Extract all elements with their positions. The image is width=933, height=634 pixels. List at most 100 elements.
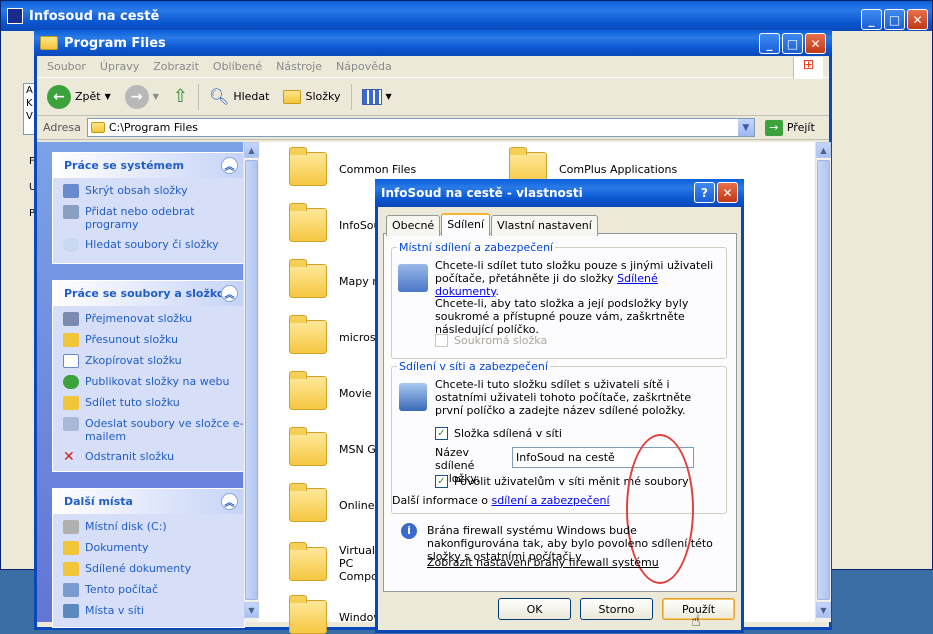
go-arrow-icon: → (764, 119, 783, 136)
file-item[interactable]: Virtual PC Compone (289, 541, 392, 583)
sharing-tab-panel: Místní sdílení a zabezpečení Chcete-li s… (383, 233, 737, 592)
folder-icon (289, 371, 327, 410)
scroll-up-icon[interactable]: ▲ (816, 142, 831, 158)
chevron-down-icon: ▼ (385, 92, 392, 101)
place-my-computer[interactable]: Tento počítač (63, 583, 244, 597)
folder-icon (63, 541, 79, 555)
panel-header[interactable]: Práce se soubory a složkou ︽ (53, 281, 244, 306)
folder-icon (289, 203, 327, 242)
close-button[interactable]: ✕ (805, 33, 826, 54)
task-move-folder[interactable]: Přesunout složku (63, 333, 244, 347)
maximize-button[interactable]: □ (782, 33, 803, 54)
cancel-button[interactable]: Storno (580, 598, 653, 620)
forward-arrow-icon: → (124, 84, 149, 109)
minimize-button[interactable]: _ (759, 33, 780, 54)
place-network[interactable]: Místa v síti (63, 604, 244, 618)
scroll-thumb[interactable] (817, 160, 830, 600)
file-item[interactable]: Windows (289, 595, 388, 634)
folder-icon (289, 315, 327, 354)
back-button[interactable]: ← Zpět ▼ (43, 83, 115, 111)
folder-icon (289, 595, 327, 634)
file-label: Common Files (339, 162, 417, 176)
file-list-scrollbar[interactable]: ▲ ▼ (815, 142, 831, 622)
place-label: Dokumenty (85, 541, 149, 554)
collapse-icon[interactable]: ︽ (221, 285, 238, 302)
search-button[interactable]: 🔍︎ Hledat (205, 85, 273, 108)
email-icon (63, 417, 79, 431)
local-text: Chcete-li sdílet tuto složku pouze s jin… (435, 259, 714, 298)
place-local-disk[interactable]: Místní disk (C:) (63, 520, 244, 534)
views-button[interactable]: ▼ (358, 87, 396, 107)
help-button[interactable]: ? (694, 182, 715, 203)
maximize-button[interactable]: □ (884, 9, 905, 30)
task-copy-folder[interactable]: Zkopírovat složku (63, 354, 244, 368)
private-checkbox-row[interactable]: Soukromá složka (435, 334, 547, 347)
group-label: Místní sdílení a zabezpečení (397, 241, 556, 254)
task-search-files[interactable]: Hledat soubory či složky (63, 238, 244, 252)
place-label: Místa v síti (85, 604, 144, 617)
file-item[interactable]: InfoSoud (289, 203, 388, 242)
task-pane-scrollbar[interactable]: ▲ ▼ (243, 142, 259, 622)
task-publish-web[interactable]: Publikovat složky na webu (63, 375, 244, 389)
task-share-folder[interactable]: Sdílet tuto složku (63, 396, 244, 410)
panel-header[interactable]: Práce se systémem ︽ (53, 153, 244, 178)
menu-edit[interactable]: Úpravy (100, 60, 139, 73)
network-text: Chcete-li tuto složku sdílet s uživateli… (435, 378, 692, 417)
scroll-down-icon[interactable]: ▼ (244, 602, 259, 618)
scroll-thumb[interactable] (245, 160, 258, 600)
task-label: Skrýt obsah složky (85, 184, 188, 197)
scroll-down-icon[interactable]: ▼ (816, 602, 831, 618)
menu-help[interactable]: Nápověda (336, 60, 392, 73)
firewall-settings-link[interactable]: Zobrazit nastavení brány firewall systém… (427, 556, 659, 569)
scroll-up-icon[interactable]: ▲ (244, 142, 259, 158)
private-checkbox[interactable] (435, 334, 448, 347)
windows-logo-icon: ⊞ (793, 57, 823, 79)
back-window-titlebar[interactable]: Infosoud na cestě (1, 1, 932, 31)
task-pane: Práce se systémem ︽ Skrýt obsah složky Př… (37, 142, 259, 628)
folders-icon (283, 89, 302, 104)
dialog-titlebar[interactable]: InfoSoud na cestě - vlastnosti (375, 179, 744, 207)
up-button[interactable]: ⇧ (169, 84, 192, 109)
info-icon: i (401, 523, 417, 539)
collapse-icon[interactable]: ︽ (221, 493, 238, 510)
share-checkbox[interactable]: ✓ (435, 427, 448, 440)
menu-tools[interactable]: Nástroje (276, 60, 322, 73)
forward-button[interactable]: → ▼ (121, 83, 163, 111)
tab-general[interactable]: Obecné (386, 215, 441, 236)
place-documents[interactable]: Dokumenty (63, 541, 244, 555)
task-delete-folder[interactable]: ✕ Odstranit složku (63, 450, 244, 464)
share-checkbox-row[interactable]: ✓ Složka sdílená v síti (435, 427, 562, 440)
task-add-remove-programs[interactable]: Přidat nebo odebrat programy (63, 205, 244, 231)
more-info: Další informace o sdílení a zabezpečení (392, 494, 610, 507)
mouse-cursor-icon: ☝ (691, 611, 701, 630)
allow-checkbox[interactable]: ✓ (435, 475, 448, 488)
folder-icon (289, 147, 327, 186)
folder-icon (90, 122, 105, 133)
address-input[interactable]: C:\Program Files ▼ (86, 118, 755, 137)
folders-button[interactable]: Složky (279, 88, 344, 106)
sharing-security-link[interactable]: sdílení a zabezpečení (492, 494, 610, 507)
tab-sharing[interactable]: Sdílení (441, 213, 491, 236)
file-item[interactable]: Mapy na (289, 259, 386, 298)
collapse-icon[interactable]: ︽ (221, 157, 238, 174)
ok-button[interactable]: OK (498, 598, 571, 620)
chevron-down-icon[interactable]: ▼ (737, 119, 754, 136)
globe-icon (63, 375, 79, 389)
menu-view[interactable]: Zobrazit (153, 60, 199, 73)
panel-title: Další místa (64, 495, 133, 508)
explorer-titlebar[interactable]: Program Files (34, 30, 832, 56)
tab-customize[interactable]: Vlastní nastavení (491, 215, 598, 236)
task-email-files[interactable]: Odeslat soubory ve složce e-mailem (63, 417, 244, 443)
minimize-button[interactable]: _ (861, 9, 882, 30)
close-button[interactable]: ✕ (907, 9, 928, 30)
go-button[interactable]: → Přejít (761, 118, 819, 138)
app-icon (7, 8, 23, 24)
place-shared-documents[interactable]: Sdílené dokumenty (63, 562, 244, 576)
local-sharing-group: Místní sdílení a zabezpečení Chcete-li s… (391, 241, 727, 359)
close-button[interactable]: ✕ (717, 182, 738, 203)
menu-favorites[interactable]: Oblíbené (213, 60, 262, 73)
panel-header[interactable]: Další místa ︽ (53, 489, 244, 514)
menu-file[interactable]: Soubor (47, 60, 86, 73)
task-hide-contents[interactable]: Skrýt obsah složky (63, 184, 244, 198)
task-rename-folder[interactable]: Přejmenovat složku (63, 312, 244, 326)
